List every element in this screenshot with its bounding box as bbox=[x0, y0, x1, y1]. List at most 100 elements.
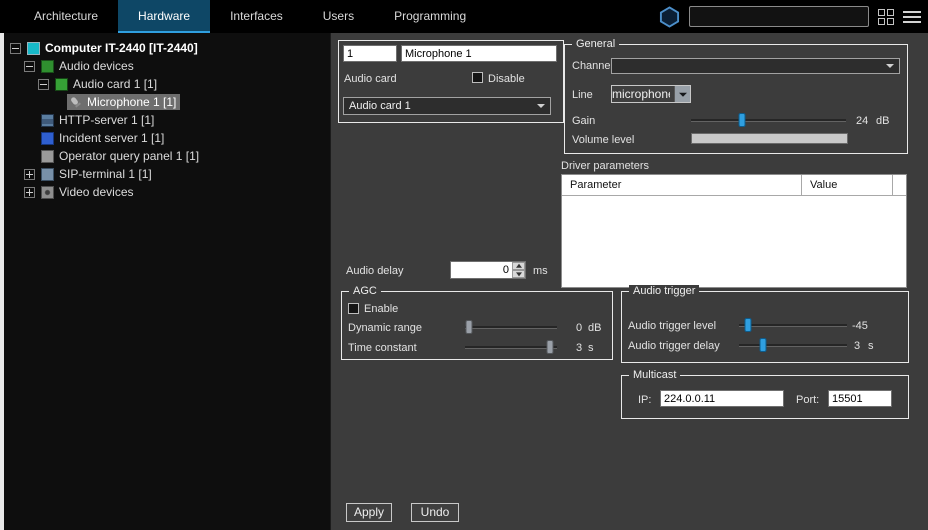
incident-server-icon bbox=[41, 132, 54, 145]
tree-item[interactable]: HTTP-server 1 [1] bbox=[4, 111, 330, 129]
collapse-icon[interactable] bbox=[10, 43, 21, 54]
tab-users[interactable]: Users bbox=[303, 0, 374, 33]
slider-track bbox=[465, 326, 557, 329]
audio-trigger-group-title: Audio trigger bbox=[629, 285, 699, 298]
line-select-value: microphone bbox=[612, 86, 670, 103]
object-name-input[interactable] bbox=[401, 45, 557, 62]
slider-track bbox=[739, 324, 847, 327]
column-header-spacer bbox=[893, 175, 906, 195]
port-label: Port: bbox=[796, 394, 819, 407]
dynamic-range-slider[interactable] bbox=[465, 320, 557, 334]
tab-hardware[interactable]: Hardware bbox=[118, 0, 210, 33]
slider-track bbox=[739, 344, 847, 347]
tree-item[interactable]: Incident server 1 [1] bbox=[4, 129, 330, 147]
audio-delay-value: 0 bbox=[451, 262, 512, 278]
ip-label: IP: bbox=[638, 394, 651, 407]
spin-up-button[interactable] bbox=[512, 262, 525, 270]
disable-checkbox[interactable] bbox=[472, 72, 483, 83]
dynamic-range-value: 0 bbox=[576, 322, 582, 335]
slider-thumb[interactable] bbox=[739, 113, 746, 127]
tab-interfaces[interactable]: Interfaces bbox=[210, 0, 303, 33]
audio-delay-label: Audio delay bbox=[346, 265, 404, 278]
tree-item-label: Incident server 1 [1] bbox=[59, 131, 164, 145]
line-select[interactable]: microphone bbox=[611, 85, 691, 103]
expand-icon[interactable] bbox=[24, 169, 35, 180]
audio-delay-spinner[interactable]: 0 bbox=[450, 261, 526, 279]
tree-item-label: Audio devices bbox=[59, 59, 134, 73]
identity-group: Audio card Disable Audio card 1 bbox=[338, 40, 564, 123]
grid-icon[interactable] bbox=[878, 9, 894, 25]
tab-programming[interactable]: Programming bbox=[374, 0, 486, 33]
slider-thumb[interactable] bbox=[546, 340, 553, 354]
top-bar: ArchitectureHardwareInterfacesUsersProgr… bbox=[0, 0, 928, 33]
agc-enable-checkbox[interactable] bbox=[348, 303, 359, 314]
general-group: General Channel Line microphone Gain 24 … bbox=[564, 44, 908, 154]
object-number-input[interactable] bbox=[343, 45, 397, 62]
tree-item-label: HTTP-server 1 [1] bbox=[59, 113, 154, 127]
audio-trigger-level-slider[interactable] bbox=[739, 318, 847, 332]
driver-parameters-table[interactable]: ParameterValue bbox=[561, 174, 907, 288]
hexagon-logo-icon bbox=[659, 6, 680, 28]
line-label: Line bbox=[572, 89, 593, 102]
tree-item[interactable]: Audio devices bbox=[4, 57, 330, 75]
computer-icon bbox=[27, 42, 40, 55]
video-devices-icon bbox=[41, 186, 54, 199]
agc-group: AGC Enable Dynamic range 0 dB Time const… bbox=[341, 291, 613, 360]
audio-trigger-level-value: -45 bbox=[852, 320, 868, 333]
gain-value: 24 bbox=[856, 115, 868, 128]
search-input[interactable] bbox=[689, 6, 869, 27]
tree-item-label: SIP-terminal 1 [1] bbox=[59, 167, 152, 181]
dynamic-range-label: Dynamic range bbox=[348, 322, 422, 335]
column-header-value[interactable]: Value bbox=[802, 175, 893, 195]
time-constant-unit: s bbox=[588, 342, 594, 355]
multicast-group: Multicast IP: Port: bbox=[621, 375, 909, 419]
column-header-parameter[interactable]: Parameter bbox=[562, 175, 802, 195]
time-constant-slider[interactable] bbox=[465, 340, 557, 354]
tree-item-label: Video devices bbox=[59, 185, 134, 199]
tree-item-label: Computer IT-2440 [IT-2440] bbox=[45, 41, 198, 55]
multicast-ip-input[interactable] bbox=[660, 390, 784, 407]
channel-select[interactable] bbox=[611, 58, 900, 74]
audio-card-label: Audio card bbox=[344, 73, 397, 86]
collapse-icon[interactable] bbox=[24, 61, 35, 72]
collapse-icon[interactable] bbox=[38, 79, 49, 90]
tab-architecture[interactable]: Architecture bbox=[14, 0, 118, 33]
tree-item[interactable]: Microphone 1 [1] bbox=[4, 93, 330, 111]
settings-panel: Audio card Disable Audio card 1 General … bbox=[330, 33, 928, 530]
tree-item-label: Operator query panel 1 [1] bbox=[59, 149, 199, 163]
general-group-title: General bbox=[572, 38, 619, 51]
apply-button[interactable]: Apply bbox=[346, 503, 392, 522]
audio-trigger-level-label: Audio trigger level bbox=[628, 320, 716, 333]
disable-label: Disable bbox=[488, 73, 525, 86]
time-constant-value: 3 bbox=[576, 342, 582, 355]
tree-item[interactable]: Computer IT-2440 [IT-2440] bbox=[4, 39, 330, 57]
expand-icon[interactable] bbox=[24, 187, 35, 198]
slider-thumb[interactable] bbox=[759, 338, 766, 352]
audio-trigger-delay-label: Audio trigger delay bbox=[628, 340, 720, 353]
multicast-port-input[interactable] bbox=[828, 390, 892, 407]
microphone-icon bbox=[69, 96, 82, 109]
chevron-down-icon bbox=[674, 86, 690, 102]
driver-parameters-title: Driver parameters bbox=[561, 160, 649, 173]
spin-down-button[interactable] bbox=[512, 270, 525, 278]
slider-track bbox=[691, 119, 846, 122]
tree-item[interactable]: Video devices bbox=[4, 183, 330, 201]
gain-slider[interactable] bbox=[691, 113, 846, 127]
audio-trigger-delay-unit: s bbox=[868, 340, 874, 353]
agc-group-title: AGC bbox=[349, 285, 381, 298]
tree-item[interactable]: SIP-terminal 1 [1] bbox=[4, 165, 330, 183]
gain-label: Gain bbox=[572, 115, 595, 128]
tree-item-label: Microphone 1 [1] bbox=[87, 95, 176, 109]
audio-trigger-delay-slider[interactable] bbox=[739, 338, 847, 352]
tree-item[interactable]: Operator query panel 1 [1] bbox=[4, 147, 330, 165]
app-window: ArchitectureHardwareInterfacesUsersProgr… bbox=[0, 0, 928, 530]
tree-item[interactable]: Audio card 1 [1] bbox=[4, 75, 330, 93]
slider-thumb[interactable] bbox=[465, 320, 472, 334]
slider-thumb[interactable] bbox=[744, 318, 751, 332]
agc-enable-label: Enable bbox=[364, 303, 398, 316]
undo-button[interactable]: Undo bbox=[411, 503, 459, 522]
audio-card-select[interactable]: Audio card 1 bbox=[343, 97, 551, 115]
spinner-buttons bbox=[512, 262, 525, 278]
menu-icon[interactable] bbox=[903, 11, 921, 23]
audio-trigger-delay-value: 3 bbox=[854, 340, 860, 353]
